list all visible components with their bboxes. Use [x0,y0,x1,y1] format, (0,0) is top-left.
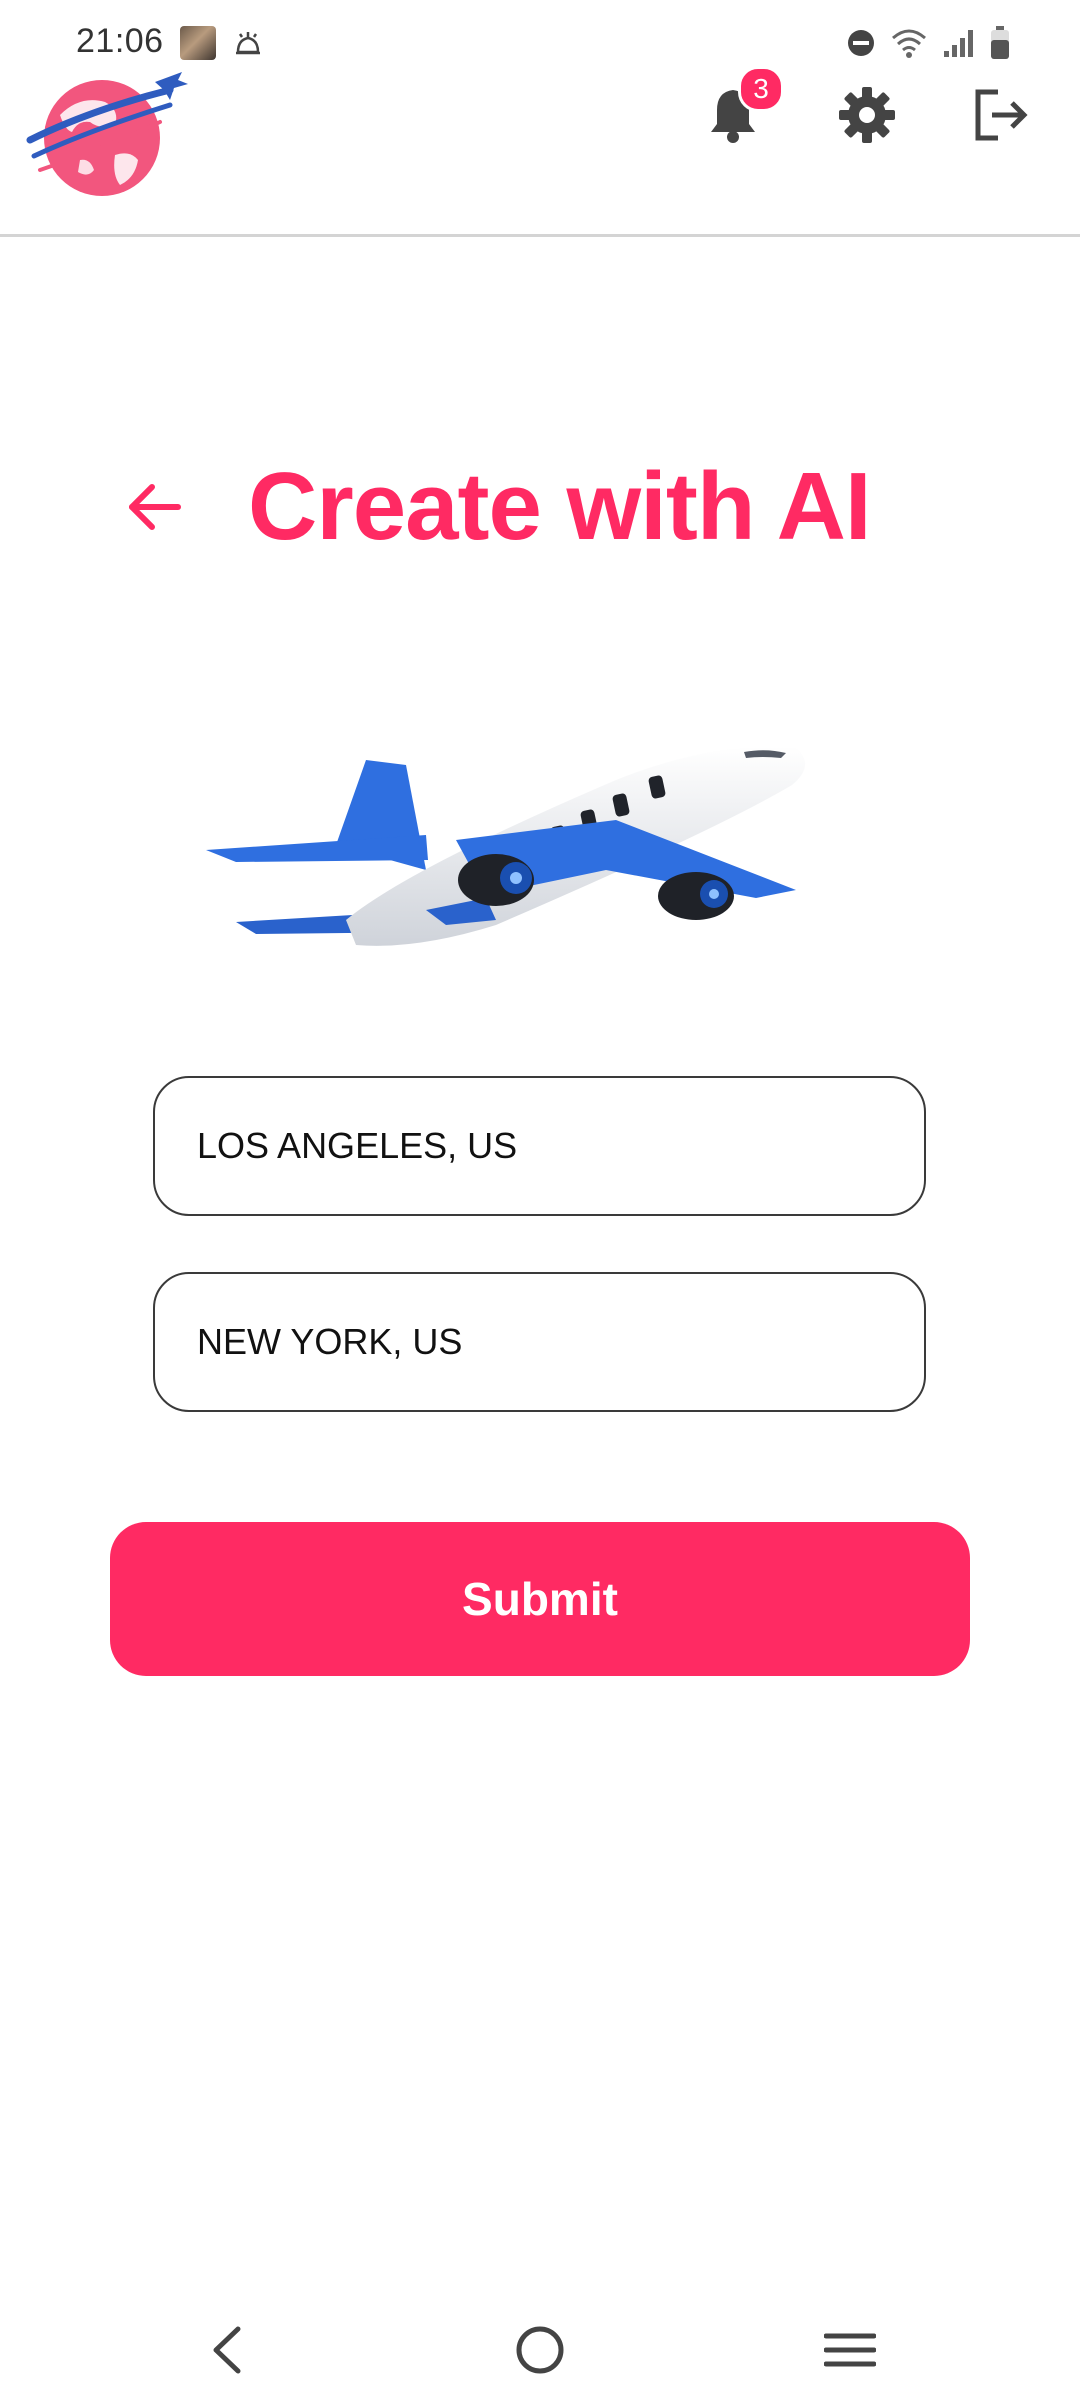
recent-apps-icon [824,2333,876,2367]
notifications-button[interactable]: 3 [700,66,784,148]
back-chevron-icon [213,2326,241,2374]
nav-back-button[interactable] [188,2310,268,2390]
airplane-illustration [206,746,806,946]
nav-home-button[interactable] [500,2310,580,2390]
navigation-bar [0,2290,1080,2408]
globe-airplane-logo[interactable] [20,60,190,210]
gear-icon [839,87,895,143]
page-title: Create with AI [248,453,872,560]
home-circle-icon [516,2326,564,2374]
title-row: Create with AI [124,452,872,562]
submit-button[interactable]: Submit [110,1522,970,1676]
destination-input[interactable] [153,1272,926,1412]
settings-button[interactable] [834,82,900,148]
app-header: 3 [0,40,1080,237]
nav-recent-apps-button[interactable] [810,2310,890,2390]
origin-input[interactable] [153,1076,926,1216]
logout-button[interactable] [968,82,1034,148]
notification-count-badge: 3 [738,66,784,112]
arrow-left-icon[interactable] [124,477,184,537]
header-actions: 3 [700,66,1034,148]
logout-icon [975,89,1028,141]
